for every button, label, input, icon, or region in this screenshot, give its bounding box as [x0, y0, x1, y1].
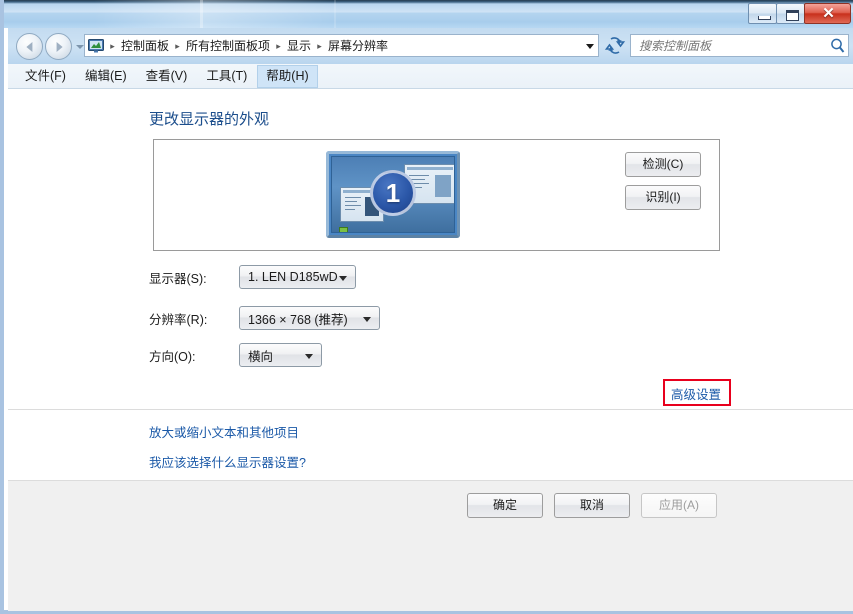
maximize-button[interactable] — [776, 3, 805, 24]
menu-item-tools[interactable]: 工具(T) — [197, 65, 256, 88]
annotation-highlight-box — [663, 379, 731, 406]
title-bar-glow — [94, 0, 334, 28]
page-title: 更改显示器的外观 — [149, 111, 270, 128]
search-box[interactable] — [630, 34, 849, 57]
display-select-value: 1. LEN D185wD — [248, 270, 338, 284]
tray-indicator-icon — [339, 227, 348, 232]
menu-bar: 文件(F) 编辑(E) 查看(V) 工具(T) 帮助(H) — [8, 64, 853, 89]
identify-button[interactable]: 识别(I) — [625, 185, 701, 210]
ok-button[interactable]: 确定 — [467, 493, 543, 518]
address-dropdown-icon[interactable] — [581, 35, 598, 56]
chevron-down-icon — [305, 354, 313, 359]
breadcrumb-item-control-panel[interactable]: 控制面板 — [118, 36, 172, 55]
minimize-button[interactable] — [748, 3, 777, 24]
close-button[interactable]: ✕ — [804, 3, 851, 24]
menu-item-edit[interactable]: 编辑(E) — [76, 65, 136, 88]
window-controls: ✕ — [748, 3, 851, 24]
orientation-label: 方向(O): — [149, 349, 196, 364]
chevron-down-icon — [363, 317, 371, 322]
breadcrumb-item-screen-resolution[interactable]: 屏幕分辨率 — [325, 36, 391, 55]
chevron-down-icon — [339, 276, 347, 281]
resolution-label: 分辨率(R): — [149, 312, 208, 327]
monitor-number-badge: 1 — [370, 170, 416, 216]
monitor-screen: 1 — [331, 156, 455, 233]
breadcrumb-separator: ▸ — [317, 40, 322, 51]
control-panel-icon — [88, 38, 104, 53]
footer-bar: 确定 取消 应用(A) — [8, 480, 853, 611]
display-row: 显示器(S): 1. LEN D185wD — [149, 265, 356, 289]
resolution-row: 分辨率(R): 1366 × 768 (推荐) — [149, 306, 380, 330]
title-bar: ✕ — [4, 0, 853, 28]
title-bar-streak — [334, 0, 336, 28]
back-button[interactable] — [16, 33, 43, 60]
breadcrumb: ▸ 控制面板 ▸ 所有控制面板项 ▸ 显示 ▸ 屏幕分辨率 — [107, 36, 581, 55]
breadcrumb-separator: ▸ — [276, 40, 281, 51]
display-select[interactable]: 1. LEN D185wD — [239, 265, 356, 289]
breadcrumb-separator: ▸ — [175, 40, 180, 51]
orientation-select-value: 横向 — [248, 349, 274, 364]
forward-arrow-icon — [56, 41, 63, 52]
display-preview-panel: 1 检测(C) 识别(I) — [153, 139, 720, 251]
minimize-icon — [758, 16, 771, 20]
content-area: 更改显示器的外观 1 检测(C) 识别(I) 显示器(S): 1. LEN D1… — [8, 89, 853, 480]
back-arrow-icon — [25, 41, 32, 52]
detect-button[interactable]: 检测(C) — [625, 152, 701, 177]
dialog-buttons: 确定 取消 应用(A) — [456, 493, 717, 518]
display-label: 显示器(S): — [149, 271, 207, 286]
orientation-select[interactable]: 横向 — [239, 343, 322, 367]
cancel-button[interactable]: 取消 — [554, 493, 630, 518]
address-bar[interactable]: ▸ 控制面板 ▸ 所有控制面板项 ▸ 显示 ▸ 屏幕分辨率 — [84, 34, 599, 57]
which-display-settings-link[interactable]: 我应该选择什么显示器设置? — [149, 452, 306, 471]
maximize-icon — [786, 10, 799, 21]
menu-item-help[interactable]: 帮助(H) — [257, 64, 318, 88]
menu-item-file[interactable]: 文件(F) — [16, 65, 75, 88]
resize-text-link[interactable]: 放大或缩小文本和其他项目 — [149, 422, 299, 441]
resolution-select[interactable]: 1366 × 768 (推荐) — [239, 306, 380, 330]
preview-side-buttons: 检测(C) 识别(I) — [625, 152, 701, 218]
control-panel-window: ✕ ▸ 控制面板 ▸ 所有控制面板项 ▸ 显示 ▸ 屏幕分辨率 搜索控制面板 文… — [0, 0, 853, 614]
separator-line — [8, 409, 853, 410]
navigation-bar: ▸ 控制面板 ▸ 所有控制面板项 ▸ 显示 ▸ 屏幕分辨率 — [8, 28, 853, 64]
menu-item-view[interactable]: 查看(V) — [137, 65, 197, 88]
monitor-preview[interactable]: 1 — [326, 151, 460, 238]
search-icon — [828, 36, 848, 56]
orientation-row: 方向(O): 横向 — [149, 343, 322, 367]
forward-button[interactable] — [45, 33, 72, 60]
close-icon: ✕ — [822, 6, 835, 22]
refresh-button[interactable] — [604, 34, 626, 57]
breadcrumb-item-display[interactable]: 显示 — [284, 36, 314, 55]
title-bar-streak — [200, 0, 203, 28]
apply-button: 应用(A) — [641, 493, 717, 518]
breadcrumb-item-all-items[interactable]: 所有控制面板项 — [183, 36, 273, 55]
nav-buttons-group — [16, 33, 85, 60]
search-input[interactable] — [637, 37, 828, 54]
breadcrumb-separator: ▸ — [110, 40, 115, 51]
resolution-select-value: 1366 × 768 (推荐) — [248, 312, 348, 327]
